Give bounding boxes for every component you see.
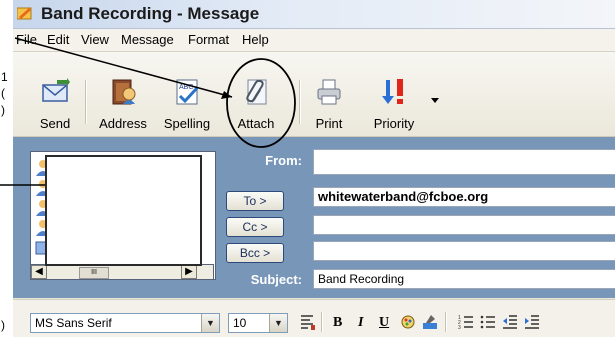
menu-file[interactable]: File	[16, 32, 37, 47]
font-size-value: 10	[233, 316, 247, 330]
chevron-down-icon[interactable]: ▼	[201, 314, 219, 332]
decrease-indent-icon[interactable]	[501, 313, 519, 331]
bold-icon[interactable]: B	[333, 315, 342, 331]
formatting-toolbar: MS Sans Serif ▼ 10 ▼ B I U 123	[13, 299, 615, 337]
bg-text-fragment: )	[1, 103, 5, 117]
bg-text-fragment: (	[1, 86, 5, 100]
toolbar-separator	[85, 80, 87, 124]
send-icon	[42, 78, 70, 102]
svg-text:ABC: ABC	[179, 84, 193, 91]
subject-field[interactable]: Band Recording	[313, 269, 615, 289]
scroll-right-icon[interactable]: ▶	[181, 265, 197, 279]
toolbar: Send Address ABC Spelling Attach Print P…	[13, 52, 615, 137]
font-size-select[interactable]: 10 ▼	[228, 313, 288, 333]
paragraph-style-icon[interactable]	[298, 313, 316, 331]
font-color-icon[interactable]	[399, 313, 417, 331]
spelling-button[interactable]: ABC Spelling	[159, 52, 215, 136]
contacts-scrollbar[interactable]: ◀ III ▶	[30, 264, 214, 280]
spelling-icon: ABC	[176, 79, 199, 105]
scroll-thumb[interactable]: III	[79, 267, 109, 279]
cc-field[interactable]	[313, 215, 615, 235]
address-book-icon	[112, 79, 136, 105]
bcc-button[interactable]: Bcc >	[226, 243, 284, 263]
font-select[interactable]: MS Sans Serif ▼	[30, 313, 220, 333]
menu-help[interactable]: Help	[242, 32, 269, 47]
menu-view[interactable]: View	[81, 32, 109, 47]
spelling-label: Spelling	[163, 116, 211, 131]
attach-button[interactable]: Attach	[231, 52, 281, 136]
chevron-down-icon[interactable]: ▼	[269, 314, 287, 332]
highlight-icon[interactable]	[421, 313, 439, 331]
print-label: Print	[315, 116, 343, 131]
priority-label: Priority	[373, 116, 415, 131]
autocomplete-popup	[45, 155, 202, 266]
subject-label: Subject:	[250, 272, 302, 287]
bg-text-fragment: 1	[1, 70, 8, 84]
address-button[interactable]: Address	[95, 52, 151, 136]
print-button[interactable]: Print	[309, 52, 349, 136]
chevron-down-icon[interactable]	[431, 98, 439, 103]
from-field[interactable]	[313, 149, 615, 175]
title-bar: Band Recording - Message	[13, 0, 615, 29]
menu-message[interactable]: Message	[121, 32, 174, 47]
to-field[interactable]: whitewaterband@fcboe.org	[313, 187, 615, 207]
paperclip-icon	[246, 79, 267, 105]
numbered-list-icon[interactable]: 123	[457, 313, 475, 331]
bcc-field[interactable]	[313, 241, 615, 261]
attach-label: Attach	[237, 116, 275, 131]
scroll-left-icon[interactable]: ◀	[31, 265, 47, 279]
menu-bar: File Edit View Message Format Help	[13, 29, 615, 52]
increase-indent-icon[interactable]	[523, 313, 541, 331]
background-document-edge: 1 ( ) )	[0, 0, 13, 337]
italic-icon[interactable]: I	[358, 315, 363, 331]
cc-button[interactable]: Cc >	[226, 217, 284, 237]
send-label: Send	[39, 116, 71, 131]
address-label: Address	[99, 116, 147, 131]
to-button[interactable]: To >	[226, 191, 284, 211]
message-icon	[17, 7, 32, 20]
svg-text:3: 3	[458, 325, 461, 331]
toolbar-separator	[445, 312, 447, 332]
toolbar-separator	[321, 312, 323, 332]
toolbar-separator	[299, 80, 301, 124]
window-title: Band Recording - Message	[41, 4, 260, 23]
underline-icon[interactable]: U	[379, 315, 389, 331]
priority-icon	[382, 79, 403, 104]
printer-icon	[317, 79, 341, 105]
message-window: 1 ( ) ) Band Recording - Message File Ed…	[0, 0, 615, 337]
from-label: From:	[265, 153, 302, 168]
font-select-value: MS Sans Serif	[35, 316, 112, 330]
priority-button[interactable]: Priority	[369, 52, 419, 136]
bg-text-fragment: )	[1, 318, 5, 332]
send-button[interactable]: Send	[33, 52, 77, 136]
menu-format[interactable]: Format	[188, 32, 229, 47]
menu-edit[interactable]: Edit	[47, 32, 69, 47]
bullet-list-icon[interactable]	[479, 313, 497, 331]
